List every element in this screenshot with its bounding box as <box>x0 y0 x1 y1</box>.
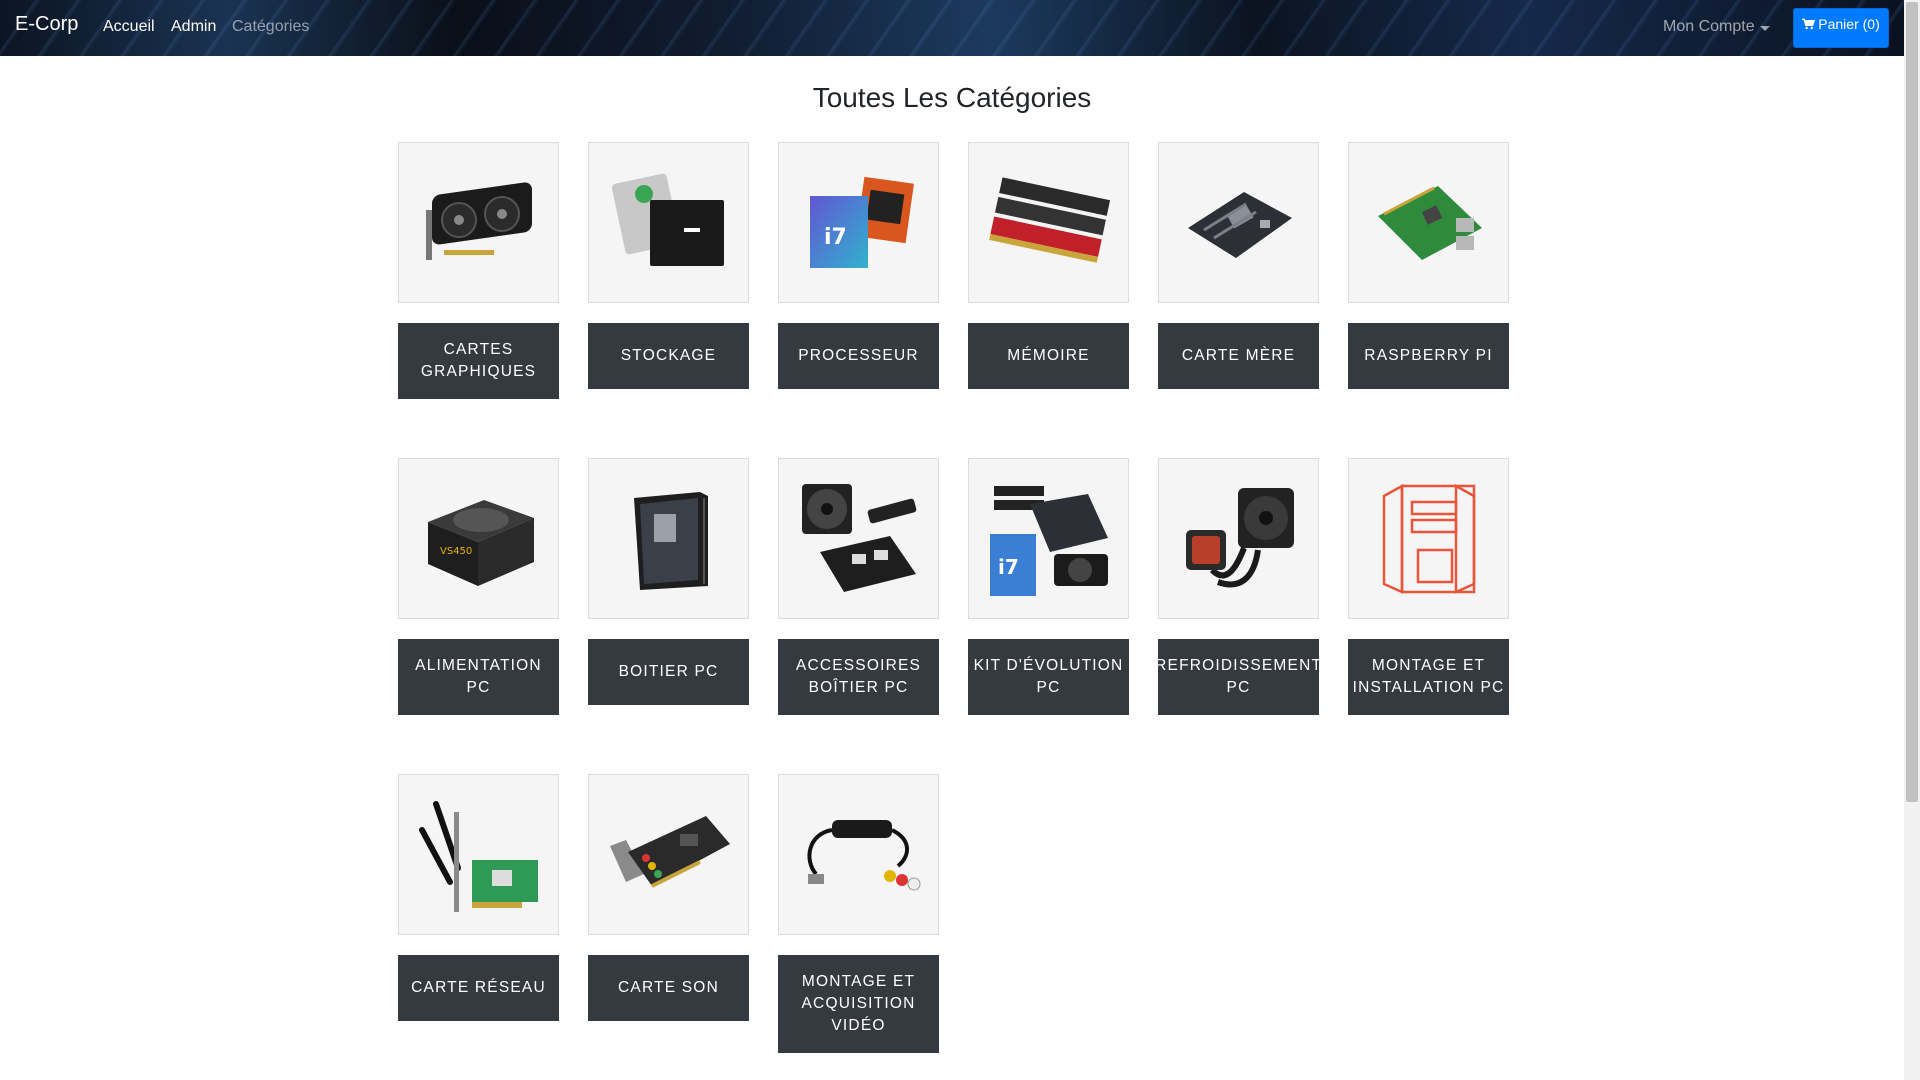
motherboard-icon <box>1187 191 1292 258</box>
category-thumbnail[interactable] <box>398 142 559 303</box>
category-card-refroidissement: REFROIDISSEMENT PC <box>1155 458 1321 715</box>
account-dropdown[interactable]: Mon Compte <box>1663 18 1770 36</box>
category-button[interactable]: CARTE SON <box>588 955 749 1021</box>
network-card-icon <box>418 800 538 912</box>
category-card-stockage: STOCKAGE <box>588 142 749 389</box>
page-title: Toutes Les Catégories <box>812 82 1092 113</box>
nav-link-accueil[interactable]: Accueil <box>103 18 155 36</box>
storage-drive-icon <box>611 173 724 266</box>
category-card-memoire: MÉMOIRE <box>968 142 1129 389</box>
category-card-processeur: i7 PROCESSEUR <box>778 142 939 389</box>
category-button[interactable]: ACCESSOIRES BOÎTIER PC <box>778 639 939 715</box>
category-card-alimentation-pc: VS450 ALIMENTATION PC <box>398 458 559 715</box>
category-card-carte-reseau: CARTE RÉSEAU <box>398 774 559 1021</box>
assembly-outline-icon <box>1382 483 1475 594</box>
category-card-accessoires-boitier: ACCESSOIRES BOÎTIER PC <box>778 458 939 715</box>
category-thumbnail[interactable] <box>778 458 939 619</box>
power-supply-icon: VS450 <box>427 499 534 586</box>
category-thumbnail[interactable]: i7 <box>968 458 1129 619</box>
memory-ram-icon <box>988 176 1110 263</box>
category-thumbnail[interactable] <box>588 774 749 935</box>
nav-link-categories[interactable]: Catégories <box>232 18 309 36</box>
category-button[interactable]: CARTE RÉSEAU <box>398 955 559 1021</box>
category-thumbnail[interactable] <box>1348 142 1509 303</box>
category-card-boitier-pc: BOITIER PC <box>588 458 749 705</box>
category-thumbnail[interactable] <box>968 142 1129 303</box>
top-navbar: E-Corp Accueil Admin Catégories Mon Comp… <box>0 0 1904 56</box>
account-label: Mon Compte <box>1663 18 1755 35</box>
video-capture-icon <box>806 819 920 890</box>
chevron-down-icon <box>1759 25 1770 31</box>
category-button[interactable]: KIT D'ÉVOLUTION PC <box>968 639 1129 715</box>
category-card-carte-son: CARTE SON <box>588 774 749 1021</box>
category-card-carte-mere: CARTE MÈRE <box>1158 142 1319 389</box>
category-button[interactable]: RASPBERRY PI <box>1348 323 1509 389</box>
raspberry-pi-icon <box>1377 185 1482 260</box>
page-scrollbar[interactable] <box>1904 0 1920 1080</box>
processor-box-icon: i7 <box>809 176 914 268</box>
category-button[interactable]: STOCKAGE <box>588 323 749 389</box>
sound-card-icon <box>609 815 730 888</box>
shopping-cart-icon <box>1802 18 1816 30</box>
category-card-kit-evolution: i7 KIT D'ÉVOLUTION PC <box>968 458 1129 715</box>
category-card-montage-installation: MONTAGE ET INSTALLATION PC <box>1348 458 1509 715</box>
category-thumbnail[interactable] <box>1348 458 1509 619</box>
category-card-raspberry-pi: RASPBERRY PI <box>1348 142 1509 389</box>
category-button[interactable]: BOITIER PC <box>588 639 749 705</box>
category-button[interactable]: REFROIDISSEMENT PC <box>1155 639 1321 715</box>
scrollbar-thumb[interactable] <box>1906 2 1918 802</box>
category-button[interactable]: ALIMENTATION PC <box>398 639 559 715</box>
category-thumbnail[interactable] <box>588 458 749 619</box>
category-thumbnail[interactable] <box>1158 458 1319 619</box>
category-button[interactable]: PROCESSEUR <box>778 323 939 389</box>
graphics-card-icon <box>425 181 532 260</box>
category-card-montage-video: MONTAGE ET ACQUISITION VIDÉO <box>778 774 939 1053</box>
category-button[interactable]: MONTAGE ET ACQUISITION VIDÉO <box>778 955 939 1053</box>
pc-case-icon <box>633 491 708 590</box>
category-button[interactable]: MÉMOIRE <box>968 323 1129 389</box>
category-thumbnail[interactable] <box>588 142 749 303</box>
cart-button[interactable]: Panier (0) <box>1793 8 1889 48</box>
category-thumbnail[interactable]: VS450 <box>398 458 559 619</box>
category-button[interactable]: CARTES GRAPHIQUES <box>398 323 559 399</box>
category-thumbnail[interactable] <box>1158 142 1319 303</box>
water-cooling-icon <box>1185 487 1294 587</box>
category-card-cartes-graphiques: CARTES GRAPHIQUES <box>398 142 559 399</box>
upgrade-kit-icon: i7 <box>989 485 1108 596</box>
category-thumbnail[interactable] <box>778 774 939 935</box>
category-thumbnail[interactable] <box>398 774 559 935</box>
svg-text:i7: i7 <box>824 225 847 250</box>
cart-label: Panier (0) <box>1818 16 1880 32</box>
nav-link-admin[interactable]: Admin <box>171 18 216 36</box>
category-button[interactable]: CARTE MÈRE <box>1158 323 1319 389</box>
category-button[interactable]: MONTAGE ET INSTALLATION PC <box>1348 639 1509 715</box>
category-thumbnail[interactable]: i7 <box>778 142 939 303</box>
brand-logo[interactable]: E-Corp <box>15 13 78 36</box>
svg-text:i7: i7 <box>998 555 1019 579</box>
svg-text:VS450: VS450 <box>440 546 472 557</box>
case-accessories-icon <box>801 483 916 592</box>
